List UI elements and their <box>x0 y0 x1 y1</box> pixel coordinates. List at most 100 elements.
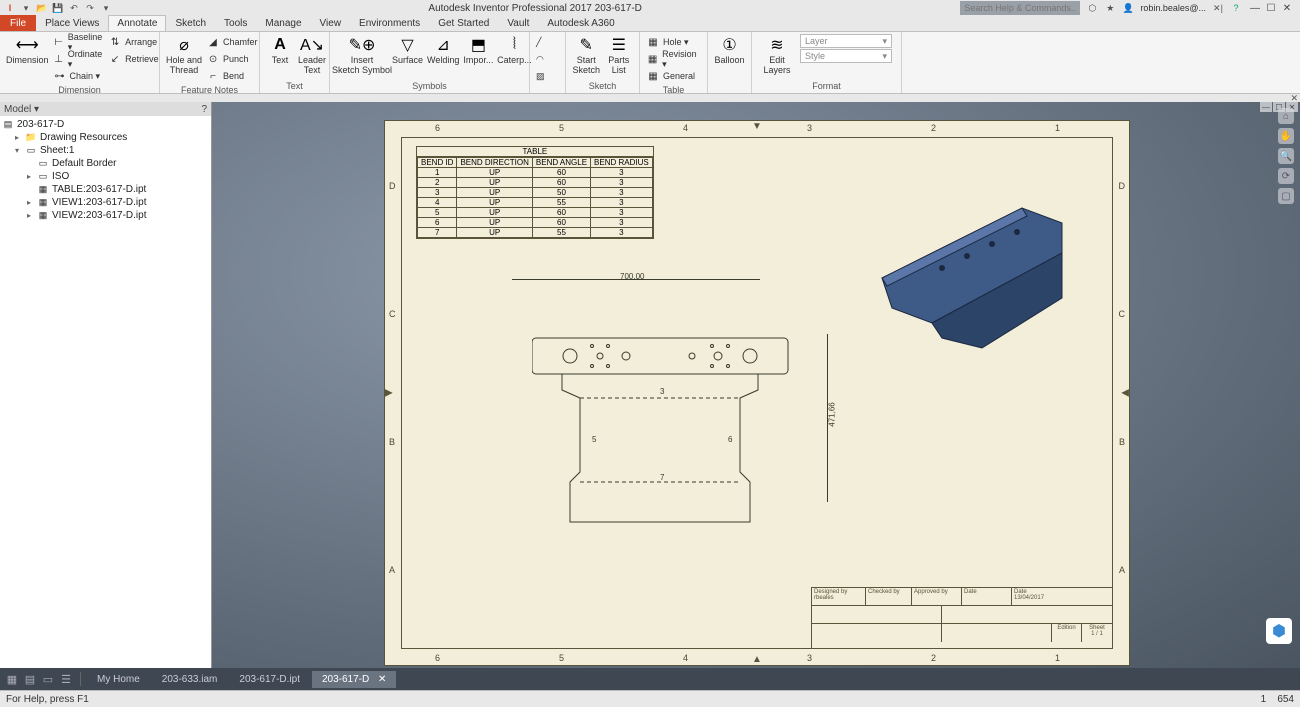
tree-node[interactable]: ▾▭Sheet:1 <box>2 144 209 157</box>
style-combo[interactable]: Style▾ <box>800 49 892 63</box>
balloon-button[interactable]: ①Balloon <box>714 34 745 66</box>
lookat-icon[interactable]: ▢ <box>1278 188 1294 204</box>
drawing-sheet[interactable]: 654321 654321 DCBA DCBA ▼ ▲ ▶ ◀ TABLE BE… <box>384 120 1130 666</box>
cascade-icon[interactable]: ▤ <box>22 671 38 687</box>
tree-node[interactable]: ▸▭ISO <box>2 170 209 183</box>
arc-tool-icon[interactable]: ◠ <box>536 51 545 67</box>
table-row[interactable]: 2UP603 <box>418 178 653 188</box>
table-row[interactable]: 1UP603 <box>418 168 653 178</box>
tree-node[interactable]: ▦TABLE:203-617-D.ipt <box>2 183 209 196</box>
table-row[interactable]: 3UP503 <box>418 188 653 198</box>
orbit-icon[interactable]: ⟳ <box>1278 168 1294 184</box>
parts-list-button[interactable]: ☰Parts List <box>605 34 634 76</box>
save-icon[interactable]: 💾 <box>52 2 64 14</box>
minimize-button[interactable]: — <box>1248 1 1262 15</box>
drawing-canvas[interactable]: — ☐ ✕ ⌂ ✋ 🔍 ⟳ ▢ 654321 654321 DCBA DCBA … <box>212 102 1300 668</box>
tab-sketch[interactable]: Sketch <box>166 15 215 31</box>
search-input[interactable] <box>960 1 1080 15</box>
signin-icon[interactable]: ⬡ <box>1086 2 1098 14</box>
list-icon[interactable]: ☰ <box>58 671 74 687</box>
start-sketch-button[interactable]: ✎Start Sketch <box>572 34 601 76</box>
expand-icon[interactable]: ▸ <box>24 198 34 207</box>
tab-tools[interactable]: Tools <box>215 15 256 31</box>
tab-view[interactable]: View <box>311 15 351 31</box>
undo-icon[interactable]: ↶ <box>68 2 80 14</box>
arrange-button[interactable]: ⇅Arrange <box>108 34 159 50</box>
import-button[interactable]: ⬒Impor... <box>463 34 493 66</box>
table-row[interactable]: 6UP603 <box>418 218 653 228</box>
leader-text-button[interactable]: A↘Leader Text <box>298 34 326 76</box>
expand-icon[interactable]: ▸ <box>24 172 34 181</box>
tree-node[interactable]: ▸▦VIEW2:203-617-D.ipt <box>2 209 209 222</box>
tabs-icon[interactable]: ▭ <box>40 671 56 687</box>
table-row[interactable]: 5UP603 <box>418 208 653 218</box>
tile-icon[interactable]: ▦ <box>4 671 20 687</box>
general-button[interactable]: ▦General <box>646 68 701 84</box>
zoom-icon[interactable]: 🔍 <box>1278 148 1294 164</box>
dimension-button[interactable]: ⟷ Dimension <box>6 34 49 66</box>
tab-manage[interactable]: Manage <box>256 15 310 31</box>
tree-node[interactable]: ▸▦VIEW1:203-617-D.ipt <box>2 196 209 209</box>
expand-icon[interactable]: ▸ <box>24 211 34 220</box>
line-tool-icon[interactable]: ╱ <box>536 34 545 50</box>
text-button[interactable]: AText <box>266 34 294 66</box>
tab-a360[interactable]: Autodesk A360 <box>538 15 623 31</box>
chain-button[interactable]: ⊶Chain ▾ <box>53 68 105 84</box>
doc-tab[interactable]: 203-617-D.ipt <box>229 671 310 688</box>
doc-tab[interactable]: 203-633.iam <box>152 671 228 688</box>
layer-combo[interactable]: Layer▾ <box>800 34 892 48</box>
surface-button[interactable]: ▽Surface <box>392 34 423 66</box>
expand-icon[interactable]: ▸ <box>12 133 22 142</box>
doc-tab-active[interactable]: 203-617-D ✕ <box>312 671 396 688</box>
pan-icon[interactable]: ✋ <box>1278 128 1294 144</box>
tree-node[interactable]: ▭Default Border <box>2 157 209 170</box>
dim-height[interactable]: 471,66 <box>828 402 837 426</box>
file-tab[interactable]: File <box>0 15 36 31</box>
user-name[interactable]: robin.beales@... <box>1140 3 1206 13</box>
revision-button[interactable]: ▦Revision ▾ <box>646 51 701 67</box>
bend-button[interactable]: ⌐Bend <box>206 68 258 84</box>
flat-pattern-view[interactable]: 3 5 6 7 <box>532 332 812 572</box>
close-button[interactable]: ✕ <box>1280 1 1294 15</box>
title-block[interactable]: Designed byrbeales Checked by Approved b… <box>811 587 1113 649</box>
welding-button[interactable]: ⊿Welding <box>427 34 459 66</box>
canvas-minimize-button[interactable]: — <box>1260 102 1272 112</box>
caterp-button[interactable]: ⦚Caterp... <box>497 34 531 66</box>
home-view-icon[interactable]: ⌂ <box>1278 108 1294 124</box>
edit-layers-button[interactable]: ≋Edit Layers <box>758 34 796 76</box>
maximize-button[interactable]: ☐ <box>1264 1 1278 15</box>
bend-table[interactable]: TABLE BEND IDBEND DIRECTIONBEND ANGLEBEN… <box>416 146 654 239</box>
retrieve-button[interactable]: ↙Retrieve <box>108 51 159 67</box>
isometric-view[interactable] <box>872 178 1072 378</box>
tab-vault[interactable]: Vault <box>498 15 538 31</box>
inventor-icon[interactable]: I <box>4 2 16 14</box>
ordinate-button[interactable]: ⊥Ordinate ▾ <box>53 51 105 67</box>
tab-place-views[interactable]: Place Views <box>36 15 108 31</box>
fill-tool-icon[interactable]: ▨ <box>536 68 545 84</box>
chamfer-button[interactable]: ◢Chamfer <box>206 34 258 50</box>
tab-get-started[interactable]: Get Started <box>429 15 498 31</box>
hole-thread-button[interactable]: ⌀ Hole and Thread <box>166 34 202 76</box>
tree-node[interactable]: ▸📁Drawing Resources <box>2 131 209 144</box>
table-row[interactable]: 4UP553 <box>418 198 653 208</box>
new-file-icon[interactable]: ▾ <box>20 2 32 14</box>
redo-icon[interactable]: ↷ <box>84 2 96 14</box>
close-icon[interactable]: ✕ <box>378 674 386 685</box>
exchange-icon[interactable]: ✕| <box>1212 2 1224 14</box>
table-row[interactable]: 7UP553 <box>418 228 653 238</box>
qat-more-icon[interactable]: ▾ <box>100 2 112 14</box>
star-icon[interactable]: ★ <box>1104 2 1116 14</box>
expand-icon[interactable]: ▾ <box>12 146 22 155</box>
insert-symbol-button[interactable]: ✎⊕Insert Sketch Symbol <box>336 34 388 76</box>
user-icon[interactable]: 👤 <box>1122 2 1134 14</box>
open-icon[interactable]: 📂 <box>36 2 48 14</box>
punch-button[interactable]: ⊙Punch <box>206 51 258 67</box>
tree-root[interactable]: ▤203-617-D <box>2 118 209 131</box>
tab-annotate[interactable]: Annotate <box>108 15 166 31</box>
tab-environments[interactable]: Environments <box>350 15 429 31</box>
help-icon[interactable]: ? <box>201 104 207 115</box>
help-icon[interactable]: ? <box>1230 2 1242 14</box>
my-home-tab[interactable]: My Home <box>87 671 150 688</box>
browser-header[interactable]: Model ▾ ? <box>0 102 211 116</box>
cube-logo-icon[interactable]: ⬢ <box>1266 618 1292 644</box>
